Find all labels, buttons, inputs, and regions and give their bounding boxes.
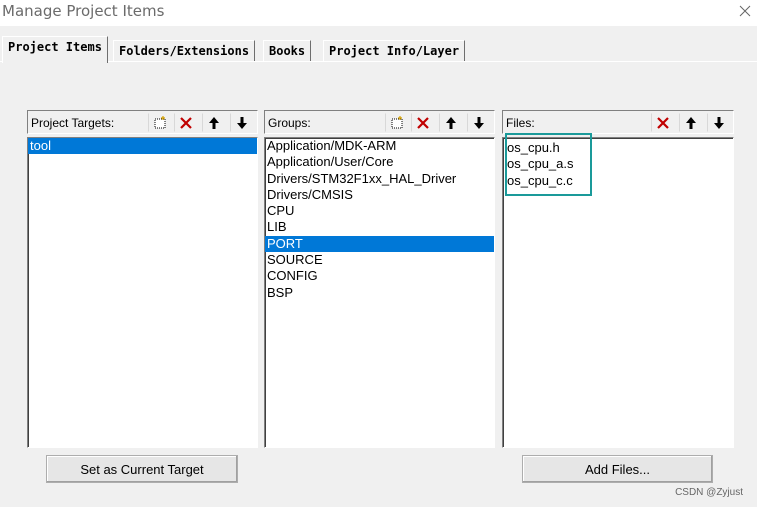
list-item[interactable]: tool xyxy=(28,138,257,155)
delete-file-button[interactable] xyxy=(651,113,674,132)
targets-label: Project Targets: xyxy=(31,116,115,130)
list-item[interactable]: PORT xyxy=(265,235,494,253)
move-file-down-button[interactable] xyxy=(707,113,730,132)
delete-target-button[interactable] xyxy=(174,113,197,132)
annotation-highlight-box xyxy=(505,133,592,196)
delete-group-button[interactable] xyxy=(411,113,434,132)
list-item[interactable]: Drivers/CMSIS xyxy=(265,187,494,203)
title-bar: Manage Project Items xyxy=(0,0,757,26)
arrow-down-icon xyxy=(713,116,724,129)
groups-list[interactable]: Application/MDK-ARM Application/User/Cor… xyxy=(264,137,495,448)
arrow-up-icon xyxy=(208,116,219,129)
files-label: Files: xyxy=(506,116,535,130)
tab-books[interactable]: Books xyxy=(263,40,312,62)
arrow-up-icon xyxy=(685,116,696,129)
new-icon xyxy=(154,115,165,128)
move-group-up-button[interactable] xyxy=(439,113,462,132)
new-icon xyxy=(391,115,402,128)
list-item[interactable]: CONFIG xyxy=(265,268,494,284)
add-files-button[interactable]: Add Files... xyxy=(522,455,713,483)
new-target-button[interactable] xyxy=(148,113,171,132)
move-file-up-button[interactable] xyxy=(679,113,702,132)
delete-icon xyxy=(416,116,429,129)
move-group-down-button[interactable] xyxy=(467,113,490,132)
tab-strip: Project Items Folders/Extensions Books P… xyxy=(0,36,757,63)
list-item[interactable]: CPU xyxy=(265,203,494,219)
close-button[interactable] xyxy=(733,0,757,22)
groups-header: Groups: xyxy=(264,110,495,134)
targets-list[interactable]: tool xyxy=(27,137,258,448)
close-icon xyxy=(739,5,751,17)
move-target-up-button[interactable] xyxy=(202,113,225,132)
arrow-up-icon xyxy=(445,116,456,129)
tab-project-info-layer[interactable]: Project Info/Layer xyxy=(323,40,466,62)
arrow-down-icon xyxy=(236,116,247,129)
list-item[interactable]: BSP xyxy=(265,285,494,301)
tab-folders-extensions[interactable]: Folders/Extensions xyxy=(113,40,256,62)
set-current-target-button[interactable]: Set as Current Target xyxy=(46,455,238,483)
list-item[interactable]: LIB xyxy=(265,219,494,235)
watermark: CSDN @Zyjust xyxy=(675,487,743,498)
list-item[interactable]: Application/MDK-ARM xyxy=(265,138,494,154)
new-group-button[interactable] xyxy=(385,113,408,132)
arrow-down-icon xyxy=(473,116,484,129)
delete-icon xyxy=(656,116,669,129)
list-item[interactable]: Drivers/STM32F1xx_HAL_Driver xyxy=(265,171,494,187)
groups-label: Groups: xyxy=(268,116,311,130)
window-title: Manage Project Items xyxy=(2,2,165,20)
move-target-down-button[interactable] xyxy=(230,113,253,132)
list-item[interactable]: Application/User/Core xyxy=(265,154,494,170)
delete-icon xyxy=(179,116,192,129)
targets-header: Project Targets: xyxy=(27,110,258,134)
list-item[interactable]: SOURCE xyxy=(265,252,494,268)
files-header: Files: xyxy=(502,110,734,134)
tab-project-items[interactable]: Project Items xyxy=(2,36,108,63)
